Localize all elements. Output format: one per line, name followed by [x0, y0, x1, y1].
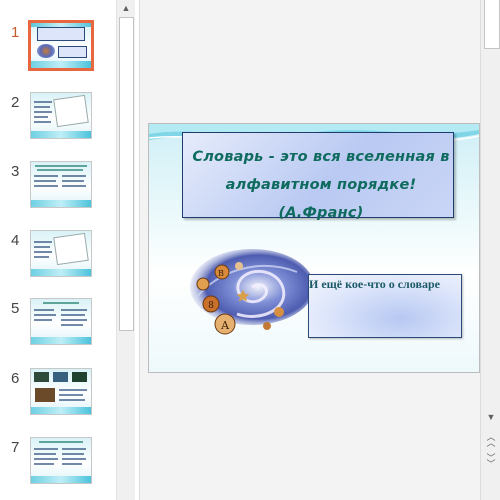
slide-subtitle-box[interactable]: И ещё кое-что о словаре	[308, 274, 462, 338]
slide-thumbnail-6[interactable]	[30, 368, 92, 415]
thumbnail-row-6[interactable]: 6	[0, 368, 116, 418]
slide-thumbnail-2[interactable]	[30, 92, 92, 139]
slide-number-5: 5	[11, 300, 20, 317]
slide-number-3: 3	[11, 163, 20, 180]
slide-number-7: 7	[11, 439, 20, 456]
slide-number-1: 1	[11, 24, 20, 41]
galaxy-swirl-image: В 8 А	[190, 249, 314, 335]
slide-thumbnail-3[interactable]	[30, 161, 92, 208]
slide-number-2: 2	[11, 94, 20, 111]
svg-text:В: В	[218, 269, 224, 278]
thumbnail-scroll-thumb[interactable]	[119, 17, 134, 331]
slide-thumbnail-7[interactable]	[30, 437, 92, 484]
slide-subtitle: И ещё кое-что о словаре	[309, 277, 440, 291]
current-slide[interactable]: Словарь - это вся вселенная в алфавитном…	[148, 123, 480, 373]
svg-text:А: А	[221, 319, 230, 332]
slide-title-box[interactable]: Словарь - это вся вселенная в алфавитном…	[182, 132, 454, 221]
thumbnail-scrollbar[interactable]: ▲	[116, 0, 135, 500]
slide-thumbnail-pane: 1 2 3 4 5 6 7	[0, 0, 116, 500]
double-chevron-up-icon[interactable]: ︿ ︿	[481, 433, 500, 448]
double-chevron-down-icon[interactable]: ﹀ ﹀	[481, 454, 500, 469]
slide-number-6: 6	[11, 370, 20, 387]
scroll-down-arrow-icon[interactable]: ▼	[481, 412, 500, 422]
slide-title: Словарь - это вся вселенная в алфавитном…	[192, 149, 450, 221]
thumbnail-row-7[interactable]: 7	[0, 437, 116, 487]
thumbnail-row-3[interactable]: 3	[0, 161, 116, 211]
slide-thumbnail-5[interactable]	[30, 298, 92, 345]
svg-text:8: 8	[208, 301, 214, 311]
slide-thumbnail-1[interactable]	[28, 20, 94, 71]
scroll-up-arrow-icon[interactable]: ▲	[117, 0, 135, 16]
slide-thumbnail-4[interactable]	[30, 230, 92, 277]
slide-number-4: 4	[11, 232, 20, 249]
thumbnail-row-4[interactable]: 4	[0, 230, 116, 280]
slide-scrollbar[interactable]: ▼ ︿ ︿ ﹀ ﹀	[480, 0, 500, 500]
thumbnail-row-5[interactable]: 5	[0, 298, 116, 348]
thumbnail-row-2[interactable]: 2	[0, 92, 116, 142]
thumbnail-row-1[interactable]: 1	[0, 20, 116, 72]
slide-scroll-thumb[interactable]	[484, 0, 500, 49]
